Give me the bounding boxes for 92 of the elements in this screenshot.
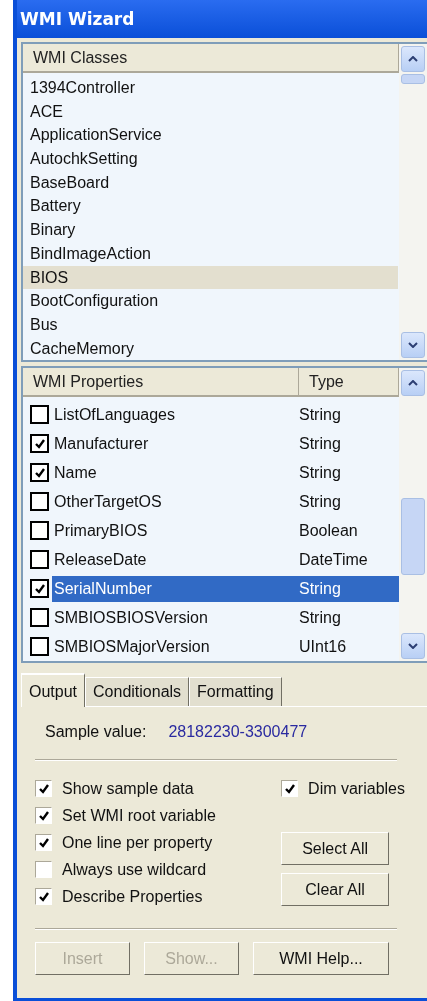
class-list-item[interactable]: ApplicationService (23, 123, 398, 148)
checkbox[interactable] (35, 807, 52, 825)
checkbox[interactable] (281, 780, 299, 798)
class-list-item[interactable]: BaseBoard (23, 170, 398, 195)
check-icon (33, 582, 46, 595)
scroll-up-button[interactable] (401, 370, 425, 397)
property-type: String (299, 492, 342, 511)
tab[interactable]: Conditionals (85, 677, 190, 707)
option-checkbox[interactable]: Describe Properties (35, 883, 216, 911)
property-name: SMBIOSMajorVersion (53, 637, 211, 656)
check-icon (37, 836, 50, 849)
class-list-item[interactable]: AutochkSetting (23, 147, 398, 171)
checkbox[interactable] (30, 550, 49, 570)
action-button[interactable]: Select All (281, 832, 390, 866)
property-type: String (299, 463, 342, 482)
scrollbar[interactable] (399, 44, 427, 361)
tab[interactable]: Formatting (189, 677, 282, 707)
check-icon (283, 782, 296, 795)
property-type: String (299, 434, 342, 453)
scrollbar[interactable] (399, 368, 427, 662)
property-name: OtherTargetOS (53, 492, 163, 511)
property-type: String (299, 579, 342, 598)
checkbox[interactable] (35, 888, 52, 906)
checkbox[interactable] (30, 521, 49, 541)
window-title: WMI Wizard (20, 9, 135, 29)
scroll-up-button[interactable] (401, 46, 425, 72)
property-type: Boolean (299, 521, 359, 540)
chevron-up-icon (408, 56, 418, 62)
property-name: ListOfLanguages (53, 405, 176, 424)
property-name: Manufacturer (53, 434, 150, 453)
property-row[interactable]: ReleaseDate DateTime (52, 546, 399, 573)
option-checkbox[interactable]: Set WMI root variable (35, 802, 216, 830)
checkbox[interactable] (30, 579, 49, 599)
property-type: String (299, 608, 342, 627)
check-icon (33, 466, 46, 479)
property-row[interactable]: Name String (52, 459, 399, 486)
sample-value: 28182230-3300477 (168, 723, 308, 742)
property-name: SMBIOSBIOSVersion (53, 608, 209, 627)
sample-label: Sample value: (45, 723, 147, 742)
chevron-up-icon (408, 380, 418, 387)
column-header[interactable]: WMI Properties (23, 368, 299, 398)
property-type: DateTime (299, 550, 369, 569)
property-name: ReleaseDate (53, 550, 148, 569)
class-list-item[interactable]: BindImageAction (23, 241, 398, 266)
class-list-item[interactable]: Battery (23, 194, 398, 219)
checkbox[interactable] (30, 463, 49, 483)
checkbox[interactable] (30, 637, 49, 657)
property-row[interactable]: PrimaryBIOS Boolean (52, 517, 399, 544)
option-checkbox[interactable]: One line per property (35, 829, 216, 857)
checkbox[interactable] (30, 405, 49, 425)
checkbox[interactable] (35, 861, 52, 879)
property-row[interactable]: SerialNumber String (52, 575, 399, 602)
option-checkbox[interactable]: Always use wildcard (35, 856, 216, 884)
checkbox[interactable] (30, 608, 49, 628)
property-row[interactable]: Manufacturer String (52, 430, 399, 457)
action-button[interactable]: WMI Help... (253, 942, 389, 976)
class-list-item[interactable]: CacheMemory (23, 336, 398, 361)
check-icon (37, 782, 50, 795)
property-name: PrimaryBIOS (53, 521, 149, 540)
property-name: Name (53, 463, 98, 482)
class-list-item[interactable]: BootConfiguration (23, 289, 398, 313)
scroll-thumb[interactable] (401, 74, 425, 84)
chevron-down-icon (408, 342, 418, 349)
class-list-item[interactable]: BIOS (23, 265, 398, 290)
scroll-thumb[interactable] (401, 498, 425, 576)
option-checkbox[interactable]: Dim variables (281, 775, 405, 803)
action-button[interactable]: Clear All (281, 873, 390, 907)
checkbox[interactable] (30, 434, 49, 454)
property-name: SerialNumber (53, 579, 153, 598)
class-list-item[interactable]: Bus (23, 312, 398, 337)
scroll-down-button[interactable] (401, 633, 425, 660)
tab[interactable]: Output (21, 673, 86, 708)
property-type: String (299, 405, 342, 424)
property-row[interactable]: SMBIOSMajorVersion UInt16 (52, 633, 399, 660)
checkbox[interactable] (35, 780, 52, 798)
class-list-item[interactable]: 1394Controller (23, 76, 398, 100)
check-icon (37, 890, 50, 903)
property-type: UInt16 (299, 637, 348, 656)
check-icon (37, 809, 50, 822)
property-row[interactable]: OtherTargetOS String (52, 488, 399, 515)
scroll-down-button[interactable] (401, 332, 425, 359)
check-icon (33, 437, 46, 450)
column-header[interactable]: Type (299, 368, 399, 398)
chevron-down-icon (408, 643, 418, 650)
class-list-item[interactable]: ACE (23, 99, 398, 124)
property-row[interactable]: SMBIOSBIOSVersion String (52, 604, 399, 631)
column-header[interactable]: WMI Classes (23, 44, 399, 73)
property-row[interactable]: ListOfLanguages String (52, 401, 399, 428)
class-list-item[interactable]: Binary (23, 218, 398, 242)
checkbox[interactable] (30, 492, 49, 512)
option-checkbox[interactable]: Show sample data (35, 775, 216, 803)
checkbox[interactable] (35, 834, 52, 852)
